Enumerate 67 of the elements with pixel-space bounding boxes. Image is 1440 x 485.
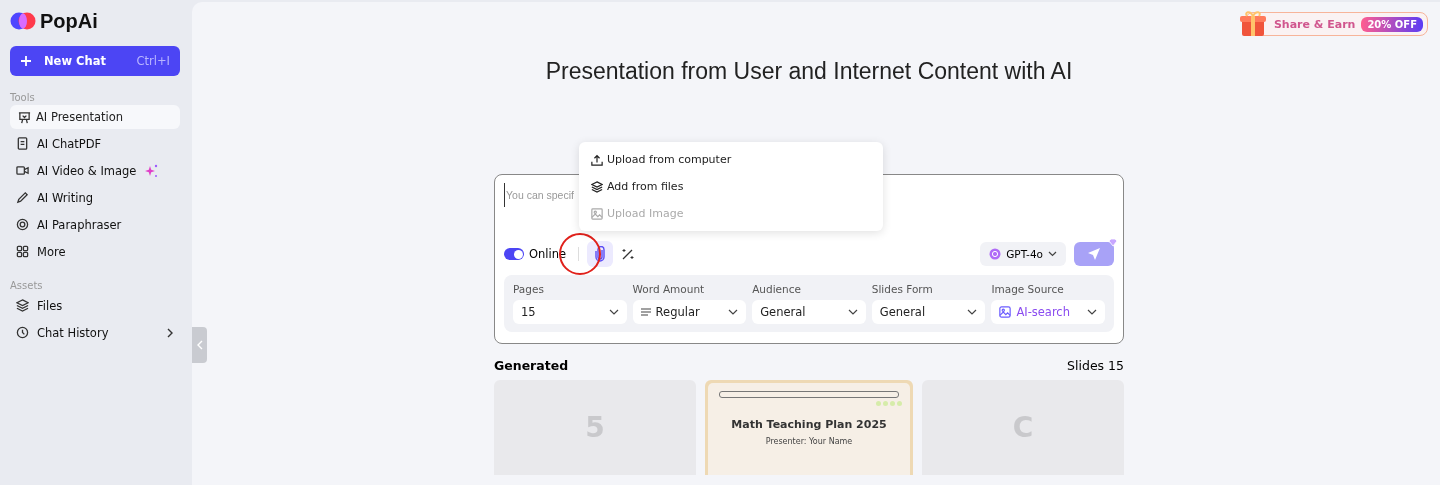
slide-subtitle: Presenter: Your Name bbox=[765, 437, 853, 446]
dots-icon bbox=[876, 401, 902, 406]
attach-button[interactable] bbox=[587, 241, 614, 267]
chevron-down-icon bbox=[728, 309, 739, 315]
send-icon bbox=[1087, 247, 1101, 261]
slide-count: Slides 15 bbox=[1067, 358, 1124, 375]
image-icon bbox=[591, 207, 603, 220]
chevron-left-icon bbox=[196, 340, 203, 350]
new-chat-button[interactable]: New Chat Ctrl+I bbox=[10, 46, 180, 76]
option-dropdown[interactable]: General bbox=[871, 300, 986, 324]
slide-thumbnail[interactable]: Math Teaching Plan 2025 Presenter: Your Name bbox=[705, 380, 913, 475]
option-dropdown[interactable]: AI-search bbox=[991, 300, 1105, 324]
model-icon bbox=[989, 248, 1002, 260]
sidebar-item[interactable]: AI Paraphraser bbox=[10, 212, 180, 237]
option-dropdown[interactable]: 15 bbox=[513, 300, 627, 324]
option-label: Image Source bbox=[991, 283, 1065, 295]
option-label: Pages bbox=[513, 283, 545, 295]
gift-icon bbox=[1237, 8, 1268, 38]
upload-icon bbox=[591, 153, 603, 166]
chevron-down-icon bbox=[608, 309, 619, 315]
lines-icon bbox=[640, 308, 651, 316]
option-label: Word Amount bbox=[632, 283, 706, 295]
section-heading: Generated bbox=[494, 358, 569, 375]
discount-badge: 20% OFF bbox=[1361, 16, 1423, 32]
layers-icon bbox=[591, 180, 603, 193]
video-icon bbox=[16, 164, 29, 177]
sidebar-item[interactable]: AI Presentation bbox=[10, 105, 180, 129]
presentation-icon bbox=[18, 110, 31, 124]
slide-title: Math Teaching Plan 2025 bbox=[731, 418, 887, 431]
logo-icon bbox=[10, 11, 36, 31]
chevron-down-icon bbox=[847, 309, 858, 315]
sidebar-item[interactable]: More bbox=[10, 239, 180, 264]
sidebar-item[interactable]: AI Writing bbox=[10, 185, 180, 210]
chevron-down-icon bbox=[967, 309, 978, 315]
page-title: Presentation from User and Internet Content with AI bbox=[544, 57, 1074, 86]
history-icon bbox=[16, 326, 29, 339]
option-dropdown[interactable]: Regular bbox=[632, 300, 747, 324]
document-icon bbox=[16, 137, 29, 150]
option-dropdown[interactable]: General bbox=[752, 300, 866, 324]
section-title: Assets bbox=[10, 280, 44, 291]
grid-icon bbox=[16, 245, 29, 258]
magic-wand-icon[interactable] bbox=[621, 247, 636, 261]
sidebar-item[interactable]: Files bbox=[10, 293, 180, 318]
sparkle-icon bbox=[144, 163, 159, 178]
sidebar-item[interactable]: AI ChatPDF bbox=[10, 131, 180, 156]
promo-label: Share & Earn bbox=[1273, 17, 1356, 31]
menu-item[interactable]: Add from files bbox=[579, 173, 883, 200]
chevron-right-icon bbox=[166, 327, 174, 338]
target-icon bbox=[16, 218, 29, 231]
logo-text: PopAi bbox=[40, 9, 98, 33]
option-label: Audience bbox=[752, 283, 802, 295]
diamond-icon bbox=[1108, 238, 1118, 247]
chevron-down-icon bbox=[1048, 251, 1057, 257]
option-label: Slides Form bbox=[871, 283, 934, 295]
online-toggle[interactable] bbox=[504, 248, 524, 260]
sidebar-item[interactable]: AI Video & Image bbox=[10, 158, 180, 183]
paperclip-icon bbox=[594, 246, 607, 262]
plus-icon bbox=[20, 55, 32, 67]
menu-item[interactable]: Upload from computer bbox=[579, 146, 883, 173]
section-title: Tools bbox=[10, 92, 36, 103]
chevron-down-icon bbox=[1086, 309, 1097, 315]
model-selector[interactable]: GPT-4o bbox=[980, 242, 1066, 266]
sidebar-item[interactable]: Chat History bbox=[10, 320, 180, 345]
layers-icon bbox=[16, 299, 29, 312]
image-icon bbox=[999, 306, 1012, 318]
collapse-handle[interactable] bbox=[192, 327, 207, 363]
pen-icon bbox=[16, 191, 29, 204]
